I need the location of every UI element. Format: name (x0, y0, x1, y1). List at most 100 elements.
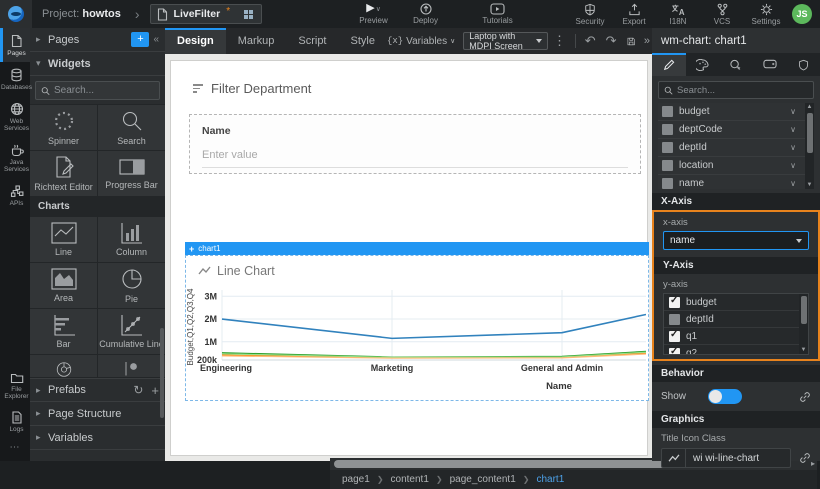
page-structure-section-header[interactable]: ▸ Page Structure (30, 402, 165, 426)
bind-link-icon[interactable] (799, 391, 811, 403)
field-list-scrollbar[interactable]: ▲▼ (805, 103, 814, 189)
checkbox[interactable] (662, 106, 673, 117)
chevron-down-icon[interactable]: ∨ (790, 161, 796, 170)
rail-item-web-services[interactable]: Web Services (0, 96, 30, 137)
variables-button[interactable]: {x} Variables ∨ (387, 36, 455, 47)
breadcrumb-chart1[interactable]: chart1 (536, 474, 564, 485)
widget-tile-progress-bar[interactable]: Progress Bar (98, 151, 165, 196)
collapse-right-panel-icon[interactable]: » (644, 35, 650, 47)
tab-properties[interactable] (652, 53, 686, 76)
rail-item-java-services[interactable]: Java Services (0, 137, 30, 178)
device-selector[interactable]: Laptop with MDPI Screen (463, 32, 548, 50)
selected-widget-tag[interactable]: + chart1 (185, 242, 649, 255)
title-icon-class-input[interactable]: wi wi-line-chart (661, 448, 791, 468)
open-page-tab[interactable]: LiveFilter * (150, 4, 262, 24)
widget-tile-area-chart[interactable]: Area (30, 263, 97, 308)
collapse-panel-icon[interactable]: « (153, 34, 159, 45)
chevron-down-icon[interactable]: ∨ (790, 125, 796, 134)
field-row-name[interactable]: name∨ (658, 175, 814, 189)
y-axis-option-budget[interactable]: budget (664, 294, 808, 311)
kebab-menu-icon[interactable]: ⋮ (553, 33, 566, 49)
line-chart-widget-body[interactable]: Line Chart 200k1M2M3MEngineeringMarketin… (185, 255, 649, 401)
redo-button[interactable]: ↷ (606, 33, 617, 49)
breadcrumb-page-content1[interactable]: page_content1 (450, 474, 516, 485)
tab-style[interactable]: Style (339, 28, 387, 54)
widgets-section-header[interactable]: ▾ Widgets (30, 52, 165, 76)
chevron-down-icon[interactable]: ∨ (790, 143, 796, 152)
pages-section-header[interactable]: ▸ Pages + « (30, 28, 165, 52)
vcs-button[interactable]: VCS (700, 3, 744, 26)
checkbox[interactable] (662, 124, 673, 135)
widget-tile-cumulative-line-chart[interactable]: Cumulative Line (98, 309, 165, 354)
properties-search-input[interactable] (677, 85, 787, 96)
add-prefab-icon[interactable]: + (151, 383, 159, 398)
i18n-button[interactable]: A I18N (656, 3, 700, 26)
tab-security[interactable] (786, 53, 820, 76)
tab-dialogs[interactable] (753, 53, 787, 76)
save-button[interactable] (627, 35, 635, 48)
field-row-deptid[interactable]: deptId∨ (658, 139, 814, 157)
checkbox[interactable] (669, 314, 680, 325)
checkbox[interactable] (669, 348, 680, 356)
rail-item-logs[interactable]: Logs (0, 405, 30, 438)
breadcrumb-page1[interactable]: page1 (342, 474, 370, 485)
rail-item-databases[interactable]: Databases (0, 62, 30, 96)
breadcrumb-content1[interactable]: content1 (391, 474, 429, 485)
y-axis-option-q1[interactable]: q1 (664, 328, 808, 345)
field-row-deptcode[interactable]: deptCode∨ (658, 121, 814, 139)
tab-script[interactable]: Script (286, 28, 338, 54)
widget-tile-donut-chart[interactable] (30, 355, 97, 377)
user-avatar[interactable]: JS (792, 4, 812, 24)
preview-button[interactable]: ▶∨ Preview (352, 3, 396, 25)
checkbox[interactable] (669, 297, 680, 308)
checkbox[interactable] (662, 142, 673, 153)
more-options-icon[interactable]: ⋯ (0, 438, 30, 457)
tab-markup[interactable]: Markup (226, 28, 287, 54)
left-panel-scrollbar[interactable] (160, 328, 164, 418)
rail-item-pages[interactable]: Pages (0, 28, 30, 62)
tab-events[interactable] (719, 53, 753, 76)
widget-tile-search[interactable]: Search (98, 105, 165, 150)
refresh-prefabs-icon[interactable]: ↻ (133, 383, 143, 397)
y-axis-list-scrollbar[interactable]: ▼ (799, 294, 808, 354)
y-axis-option-deptid[interactable]: deptId (664, 311, 808, 328)
widget-tile-richtext-editor[interactable]: Richtext Editor (30, 151, 97, 196)
design-canvas-page[interactable]: Filter Department Name + chart1 Line Cha… (170, 60, 648, 456)
variables-section-header[interactable]: ▸ Variables (30, 426, 165, 450)
x-axis-select[interactable]: name (663, 231, 809, 250)
undo-button[interactable]: ↶ (585, 33, 596, 49)
checkbox[interactable] (662, 178, 673, 189)
livefilter-form-widget[interactable]: Name (189, 114, 641, 174)
chart-widget[interactable]: + chart1 Line Chart 200k1M2M3MEngineerin… (185, 242, 649, 401)
widget-tile-bar-chart[interactable]: Bar (30, 309, 97, 354)
tutorials-button[interactable]: Tutorials (476, 3, 520, 25)
checkbox[interactable] (662, 160, 673, 171)
widget-tile-bubble-chart[interactable] (98, 355, 165, 377)
grid-view-icon[interactable] (244, 10, 253, 19)
widget-tile-spinner[interactable]: Spinner (30, 105, 97, 150)
widget-tile-line-chart[interactable]: Line (30, 217, 97, 262)
bind-link-icon[interactable] (799, 452, 811, 464)
tab-styles[interactable] (686, 53, 720, 76)
rail-item-file-explorer[interactable]: File Explorer (0, 366, 30, 405)
wavemaker-logo[interactable] (0, 0, 32, 28)
prefabs-section-header[interactable]: ▸ Prefabs ↻ + (30, 378, 165, 402)
y-axis-option-q2[interactable]: q2 (664, 345, 808, 355)
widget-search-input[interactable] (54, 85, 154, 96)
checkbox[interactable] (669, 331, 680, 342)
name-filter-input[interactable] (202, 146, 628, 168)
show-toggle[interactable] (708, 389, 742, 404)
chevron-down-icon[interactable]: ∨ (790, 179, 796, 188)
widget-tile-column-chart[interactable]: Column (98, 217, 165, 262)
chevron-down-icon[interactable]: ∨ (790, 107, 796, 116)
export-button[interactable]: Export (612, 3, 656, 26)
widget-tile-pie-chart[interactable]: Pie (98, 263, 165, 308)
tab-design[interactable]: Design (165, 28, 226, 54)
field-row-location[interactable]: location∨ (658, 157, 814, 175)
deploy-button[interactable]: Deploy (404, 3, 448, 25)
rail-item-apis[interactable]: APIs (0, 178, 30, 212)
field-row-budget[interactable]: budget∨ (658, 103, 814, 121)
security-button[interactable]: Security (568, 3, 612, 26)
add-page-button[interactable]: + (131, 32, 149, 47)
settings-button[interactable]: Settings (744, 3, 788, 26)
